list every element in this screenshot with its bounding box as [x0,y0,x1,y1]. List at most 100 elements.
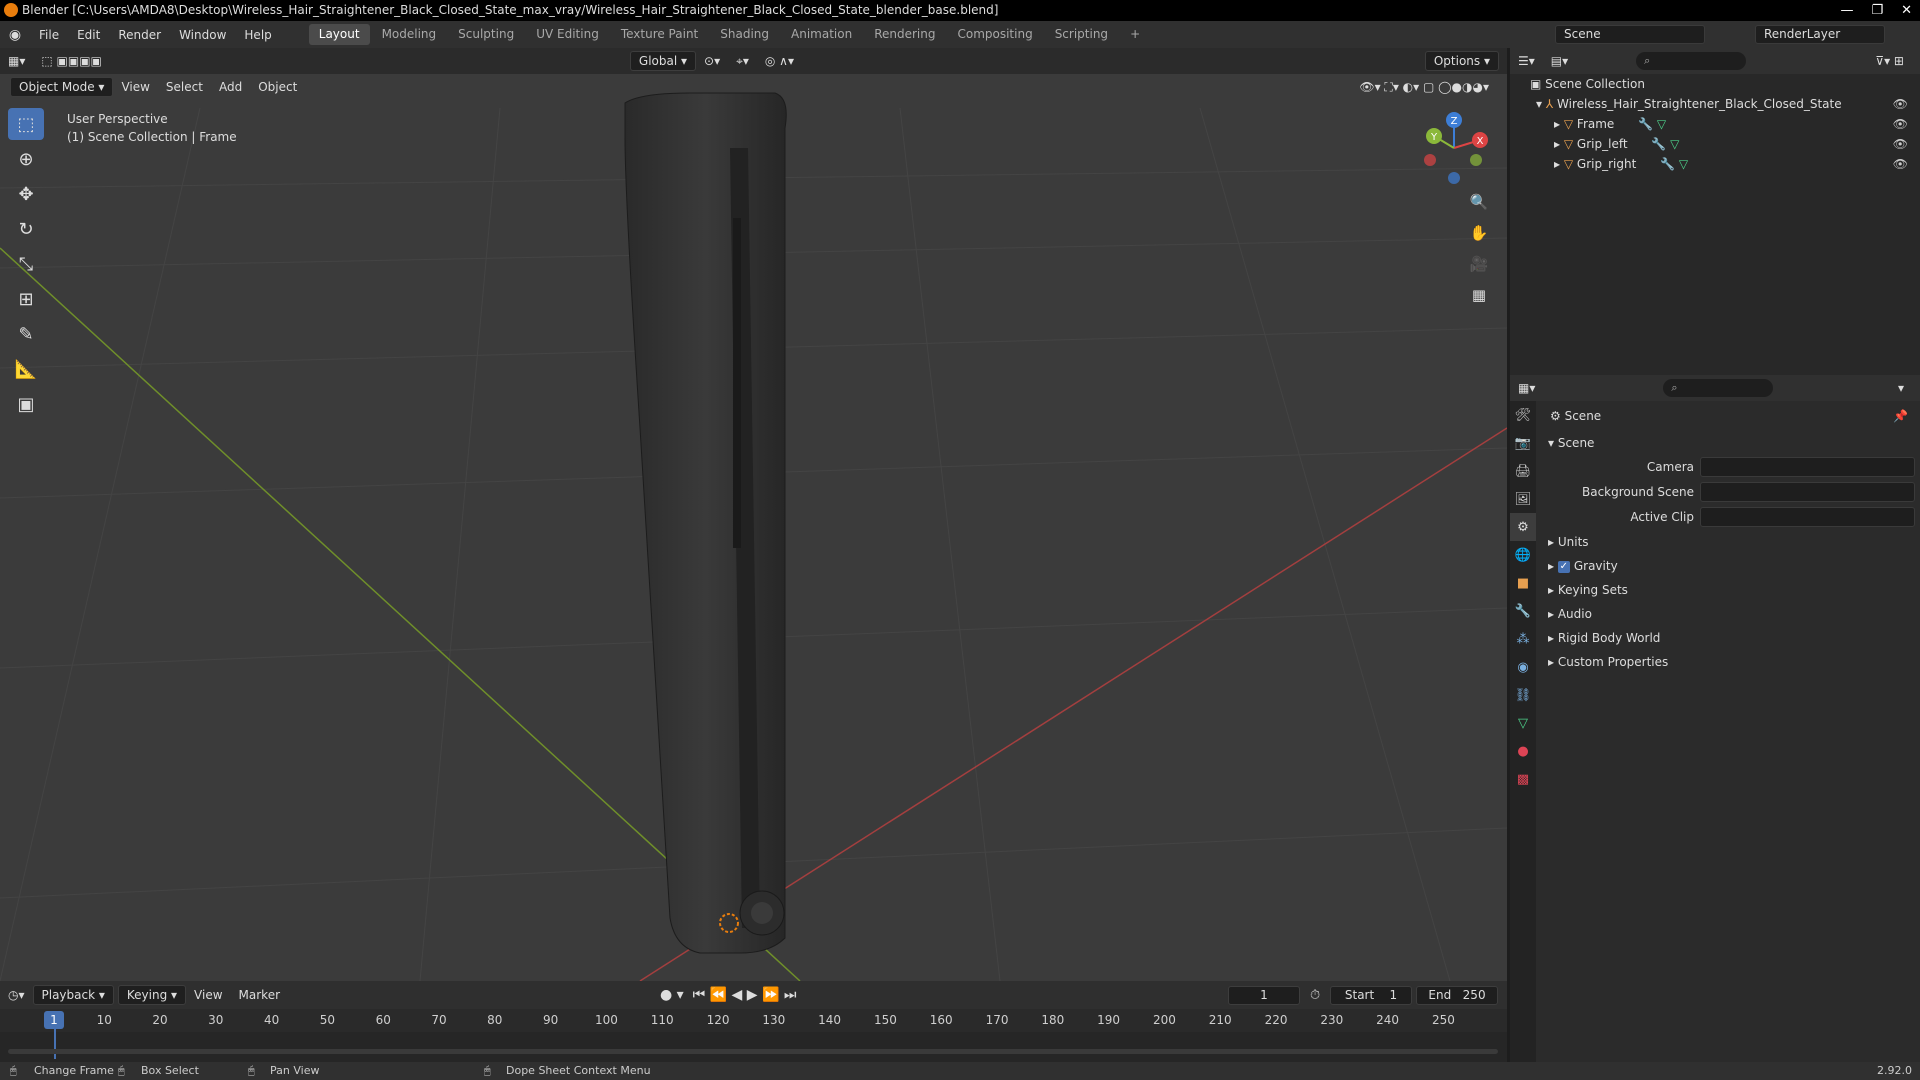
outliner-row-grip-left[interactable]: ▸ ▽ Grip_left 🔧 ▽ 👁 [1510,134,1920,154]
navigation-gizmo[interactable]: Z X Y [1424,112,1488,184]
material-tab-icon[interactable]: ● [1510,737,1536,765]
end-frame-field[interactable]: End 250 [1416,986,1498,1005]
tool-tab-icon[interactable]: 🛠 [1510,401,1536,429]
timeline-ruler[interactable]: 10 20 30 40 50 60 70 80 90 100 110 120 130 140 150 160 1… [0,1009,1507,1032]
zoom-icon[interactable]: 🔍 [1465,188,1493,216]
options-dropdown[interactable]: Options ▾ [1424,51,1499,71]
rigid-body-world-panel-header[interactable]: ▸ Rigid Body World [1540,626,1920,650]
visibility-eye-icon[interactable]: 👁 [1893,154,1908,174]
3d-viewport[interactable]: Z X Y ▦▾ ⬚ ▣▣▣▣ Global ▾ ⊙▾ ⌖▾ ◎ ∧▾ Opti… [0,48,1507,981]
move-tool-icon[interactable]: ✥ [8,178,44,210]
object-mode-dropdown[interactable]: Object Mode ▾ [10,77,114,97]
camera-view-icon[interactable]: 🎥 [1465,250,1493,278]
visibility-eye-icon[interactable]: 👁 [1893,114,1908,134]
outliner-row-scene-collection[interactable]: ▣ Scene Collection [1510,74,1920,94]
particles-tab-icon[interactable]: ⁂ [1510,625,1536,653]
properties-options-icon[interactable]: ▾ [1890,381,1912,395]
playback-controls[interactable]: ● ▾ ⏮ ⏪ ◀ ▶ ⏩ ⏭ [660,987,796,1003]
gravity-checkbox[interactable]: ✓ [1557,560,1570,573]
close-button[interactable]: ✕ [1901,0,1912,21]
pin-icon[interactable]: 📌 [1893,401,1908,431]
current-frame-field[interactable]: 1 [1228,986,1300,1005]
select-menu[interactable]: Select [158,80,211,94]
blender-menu-icon[interactable]: ◉ [0,27,30,43]
outliner-editor-type-icon[interactable]: ☰▾ [1510,54,1543,68]
properties-editor-type-icon[interactable]: ▦▾ [1510,381,1543,395]
playback-dropdown[interactable]: Playback ▾ [32,985,114,1005]
menu-edit[interactable]: Edit [68,28,109,42]
viewport-canvas[interactable]: Z X Y [0,48,1507,981]
modifier-tab-icon[interactable]: 🔧 [1510,597,1536,625]
annotate-tool-icon[interactable]: ✎ [8,318,44,350]
visibility-eye-icon[interactable]: 👁 [1893,134,1908,154]
shading-mode-icons[interactable]: 👁▾ ⛶▾ ◐▾ ▢ ◯●◑◕▾ [1351,80,1497,95]
timeline-editor-type-icon[interactable]: ◷▾ [0,988,33,1002]
filter-icon[interactable]: ⊽▾ ⊞ [1867,54,1912,68]
mesh-data-icon[interactable]: ▽ [1679,157,1688,171]
tab-uv-editing[interactable]: UV Editing [526,24,609,45]
add-workspace-icon[interactable]: + [1120,24,1150,45]
hair-straightener-model[interactable] [624,92,787,954]
add-cube-tool-icon[interactable]: ▣ [8,388,44,420]
select-box-tool-icon[interactable]: ⬚ [8,108,44,140]
expand-arrow-icon[interactable]: ▸ [1554,137,1560,151]
properties-search-input[interactable]: ⌕ [1663,379,1774,397]
menu-help[interactable]: Help [235,28,280,42]
tab-rendering[interactable]: Rendering [864,24,945,45]
tab-modeling[interactable]: Modeling [372,24,447,45]
view-layer-tab-icon[interactable]: 🖼 [1510,485,1536,513]
outliner-search-input[interactable]: ⌕ [1636,52,1747,70]
timeline-scrollbar[interactable] [8,1049,1498,1054]
outliner-row-frame[interactable]: ▸ ▽ Frame 🔧 ▽ 👁 [1510,114,1920,134]
playhead-frame-marker[interactable]: 1 [44,1011,64,1029]
outliner-row-collection[interactable]: ▾ ⅄ Wireless_Hair_Straightener_Black_Clo… [1510,94,1920,114]
tab-sculpting[interactable]: Sculpting [448,24,524,45]
audio-panel-header[interactable]: ▸ Audio [1540,602,1920,626]
camera-field[interactable] [1700,457,1915,477]
tab-layout[interactable]: Layout [308,24,370,45]
transform-tool-icon[interactable]: ⊞ [8,283,44,315]
outliner-row-grip-right[interactable]: ▸ ▽ Grip_right 🔧 ▽ 👁 [1510,154,1920,174]
scene-tab-icon[interactable]: ⚙ [1510,513,1536,541]
background-scene-field[interactable] [1700,482,1915,502]
tab-compositing[interactable]: Compositing [947,24,1042,45]
expand-arrow-icon[interactable]: ▸ [1554,157,1560,171]
modifier-icon[interactable]: 🔧 [1660,157,1675,171]
measure-tool-icon[interactable]: 📐 [8,353,44,385]
minimize-button[interactable]: — [1840,0,1853,21]
display-mode-icon[interactable]: ▤▾ [1543,54,1576,68]
output-tab-icon[interactable]: 🖨 [1510,457,1536,485]
menu-file[interactable]: File [30,28,68,42]
active-clip-field[interactable] [1700,507,1915,527]
physics-tab-icon[interactable]: ◉ [1510,653,1536,681]
start-frame-field[interactable]: Start 1 [1330,986,1412,1005]
keying-sets-panel-header[interactable]: ▸ Keying Sets [1540,578,1920,602]
texture-tab-icon[interactable]: ▩ [1510,765,1536,793]
object-tab-icon[interactable]: ■ [1510,569,1536,597]
menu-render[interactable]: Render [109,28,170,42]
mesh-data-icon[interactable]: ▽ [1657,117,1666,131]
view-menu[interactable]: View [113,80,157,94]
snap-icon[interactable]: ⌖▾ [728,54,757,69]
tab-scripting[interactable]: Scripting [1045,24,1118,45]
cursor-tool-icon[interactable]: ⊕ [8,143,44,175]
expand-arrow-icon[interactable]: ▾ [1536,97,1542,111]
timeline-marker-menu[interactable]: Marker [231,988,288,1002]
render-tab-icon[interactable]: 📷 [1510,429,1536,457]
mesh-data-tab-icon[interactable]: ▽ [1510,709,1536,737]
constraints-tab-icon[interactable]: ⛓ [1510,681,1536,709]
object-menu[interactable]: Object [250,80,305,94]
pan-hand-icon[interactable]: ✋ [1465,219,1493,247]
proportional-edit-icon[interactable]: ◎ ∧▾ [757,54,802,68]
gravity-panel-header[interactable]: ▸ ✓ Gravity [1540,554,1920,578]
transform-orientation-dropdown[interactable]: Global ▾ [629,51,697,71]
tab-texture-paint[interactable]: Texture Paint [611,24,708,45]
add-menu[interactable]: Add [211,80,250,94]
tab-shading[interactable]: Shading [710,24,779,45]
mesh-data-icon[interactable]: ▽ [1670,137,1679,151]
scale-tool-icon[interactable]: ⤡ [8,248,44,280]
scene-selector[interactable]: Scene [1555,25,1705,44]
pivot-icon[interactable]: ⊙▾ [696,54,728,68]
custom-properties-panel-header[interactable]: ▸ Custom Properties [1540,650,1920,674]
restore-button[interactable]: ❐ [1871,0,1883,21]
